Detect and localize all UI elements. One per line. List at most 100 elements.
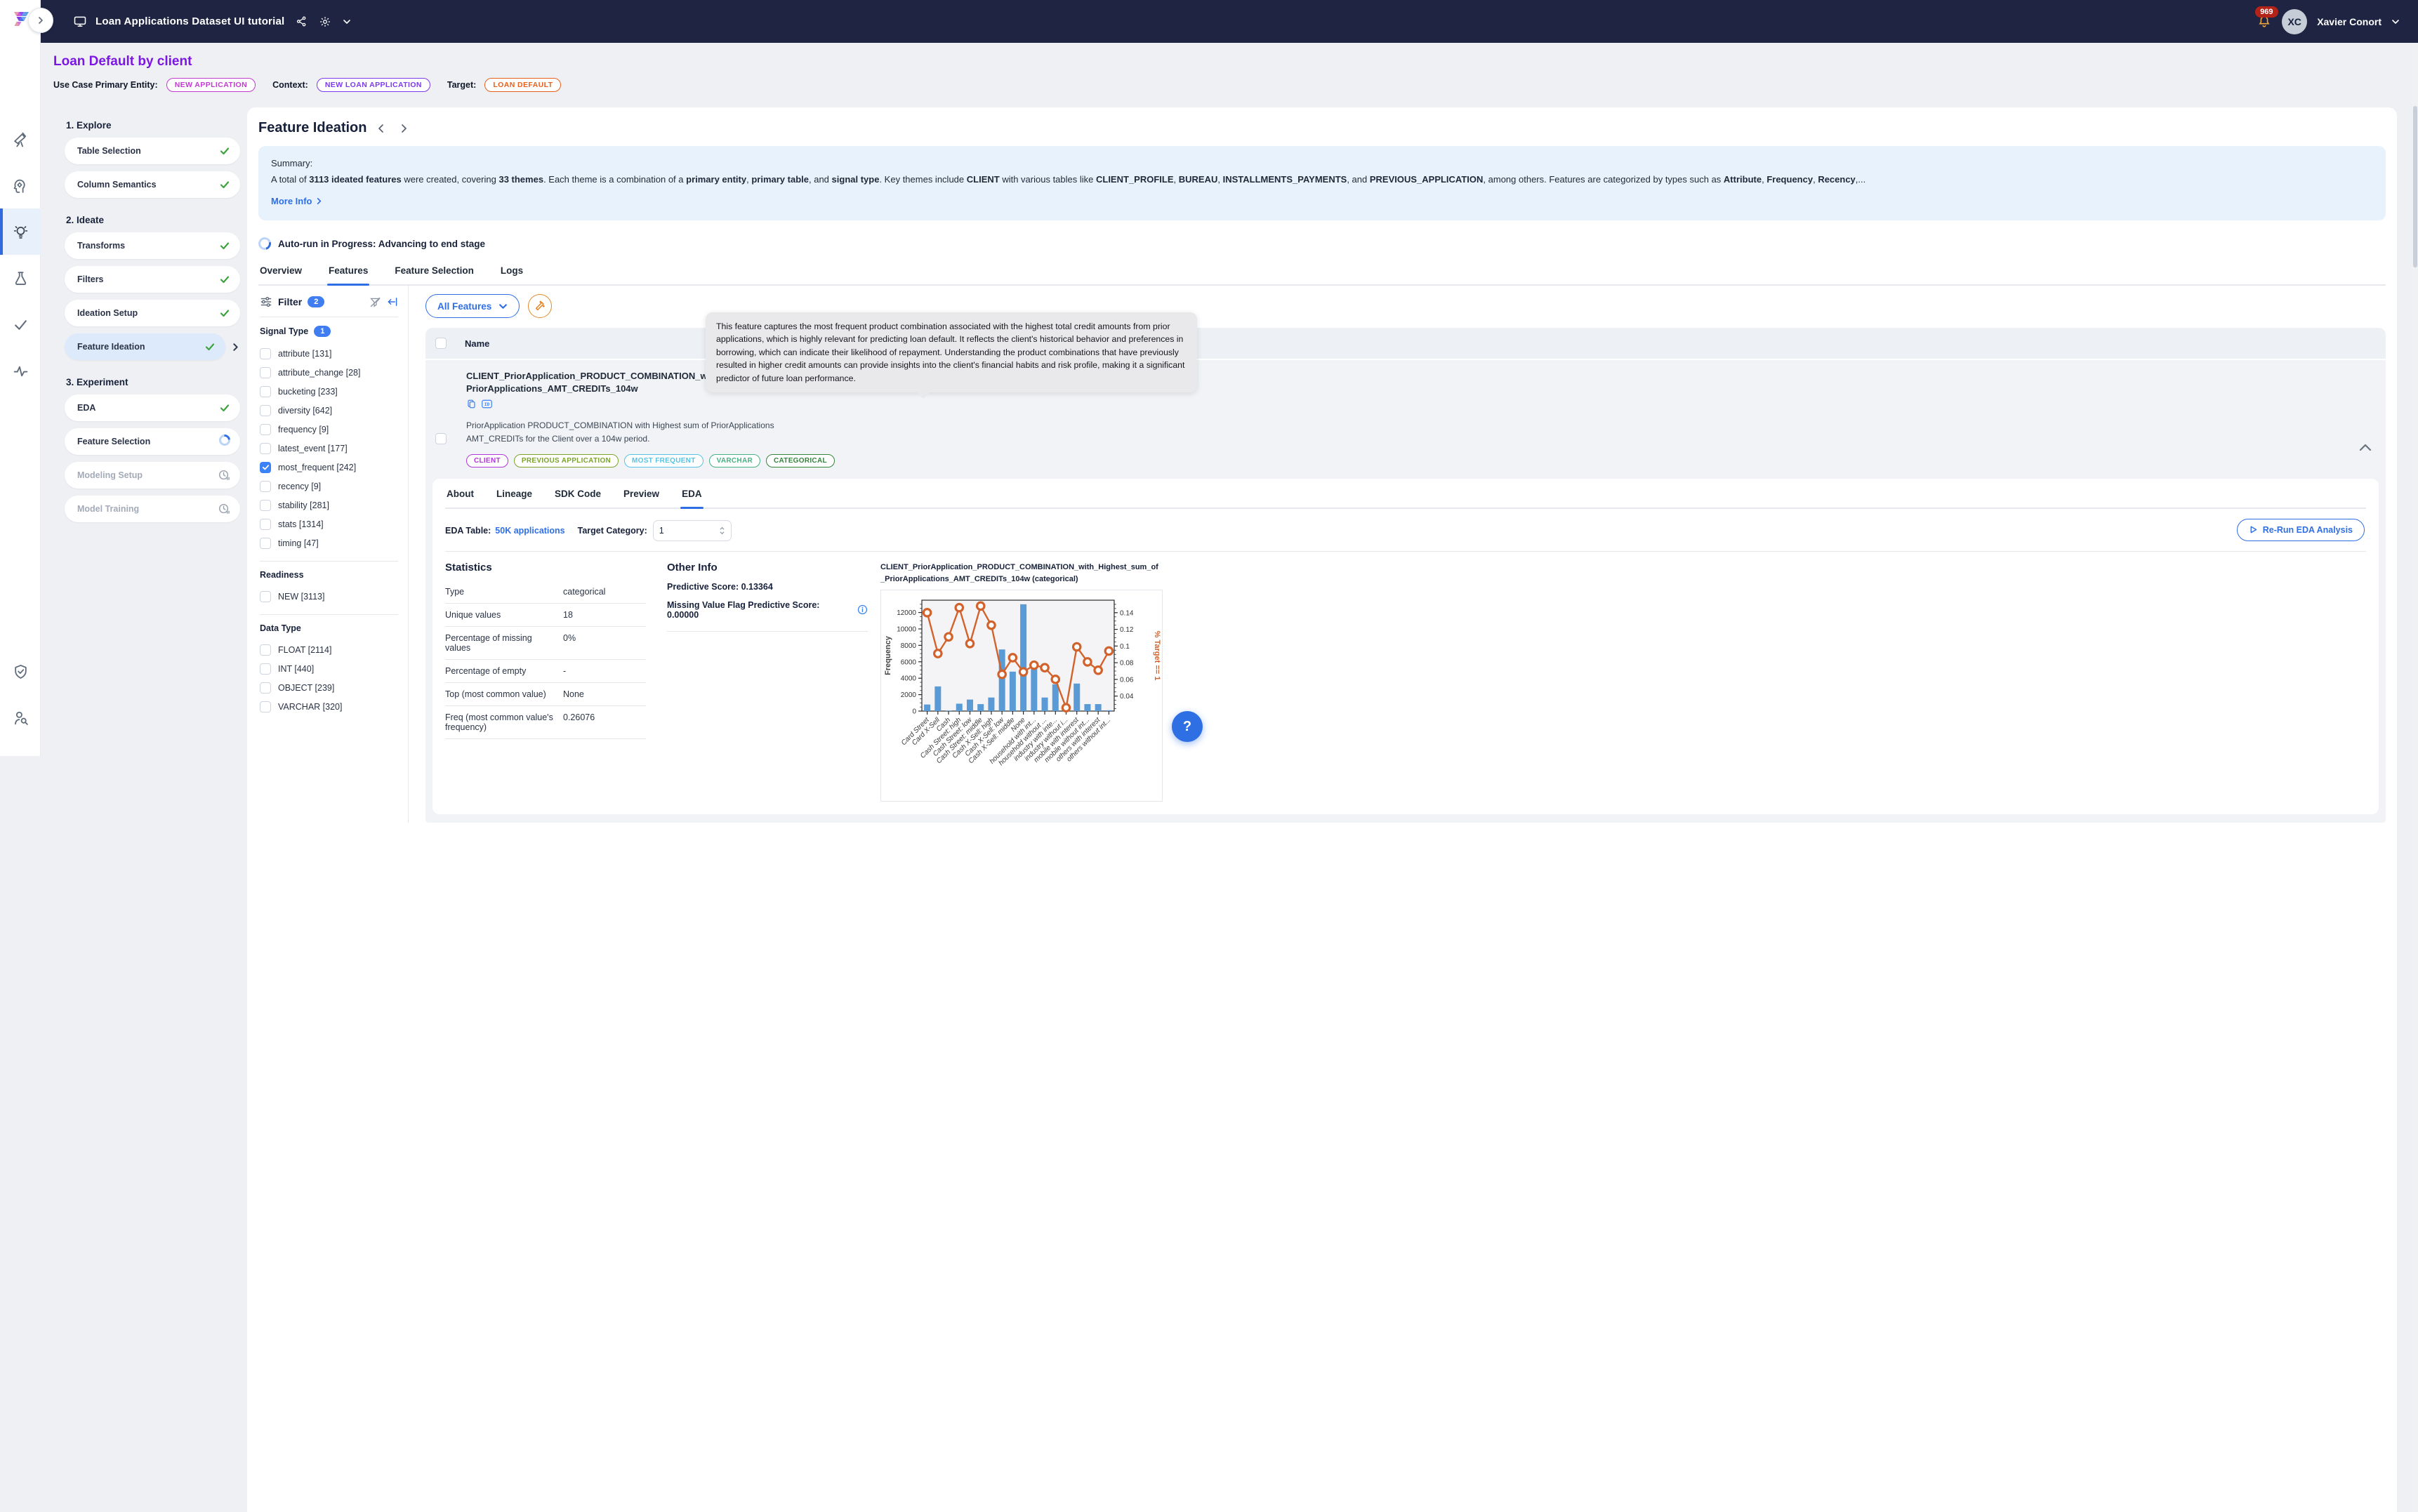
filter-option-diversity[interactable]: diversity [642] xyxy=(260,401,398,420)
tab-feature-selection[interactable]: Feature Selection xyxy=(393,265,475,284)
notifications-bell-icon[interactable]: 969 xyxy=(2257,14,2272,29)
detail-tab-eda[interactable]: EDA xyxy=(680,489,703,508)
checkbox-object[interactable] xyxy=(260,682,271,694)
help-fab-button[interactable]: ? xyxy=(1172,711,1203,742)
filter-option-object[interactable]: OBJECT [239] xyxy=(260,678,398,697)
workspace-dropdown-chevron-icon[interactable] xyxy=(343,18,351,26)
approval-check-icon xyxy=(13,317,29,333)
sidebar-item-feature-ideation[interactable]: Feature Ideation xyxy=(65,333,225,360)
rail-item-governance-shield-icon[interactable] xyxy=(0,648,41,694)
checkbox-diversity[interactable] xyxy=(260,405,271,416)
tab-overview[interactable]: Overview xyxy=(258,265,303,284)
filter-option-new[interactable]: NEW [3113] xyxy=(260,587,398,606)
filter-option-attribute_change[interactable]: attribute_change [28] xyxy=(260,363,398,382)
step-label-filters: Filters xyxy=(77,274,219,284)
sidebar-item-filters[interactable]: Filters xyxy=(65,266,240,293)
next-step-chevron-icon[interactable] xyxy=(396,121,411,136)
checkbox-attribute[interactable] xyxy=(260,348,271,359)
target-category-label: Target Category: xyxy=(578,526,647,536)
filter-option-varchar[interactable]: VARCHAR [320] xyxy=(260,697,398,716)
filter-option-stability[interactable]: stability [281] xyxy=(260,496,398,515)
user-name[interactable]: Xavier Conort xyxy=(2317,16,2381,27)
eda-table-link[interactable]: 50K applications xyxy=(495,526,564,536)
checkbox-float[interactable] xyxy=(260,644,271,656)
user-avatar[interactable]: XC xyxy=(2282,9,2307,34)
target-category-select[interactable]: 1 xyxy=(653,520,732,541)
detail-tab-about[interactable]: About xyxy=(445,489,475,508)
checkbox-timing[interactable] xyxy=(260,538,271,549)
filter-option-most_frequent[interactable]: most_frequent [242] xyxy=(260,458,398,477)
rerun-eda-button[interactable]: Re-Run EDA Analysis xyxy=(2237,519,2365,541)
eda-chart-figure: 0200040006000800010000120000.040.060.080… xyxy=(880,590,1163,802)
sidebar-item-model-training[interactable]: Model Training xyxy=(65,496,240,522)
tab-features[interactable]: Features xyxy=(327,265,369,284)
notification-count-badge: 969 xyxy=(2255,6,2278,18)
sidebar-item-feature-selection[interactable]: Feature Selection xyxy=(65,428,240,455)
meta-pill-1[interactable]: NEW LOAN APPLICATION xyxy=(317,78,430,92)
checkbox-latest_event[interactable] xyxy=(260,443,271,454)
checkbox-int[interactable] xyxy=(260,663,271,675)
filter-option-stats[interactable]: stats [1314] xyxy=(260,515,398,533)
feature-id-icon[interactable]: ID xyxy=(481,399,493,409)
checkbox-stats[interactable] xyxy=(260,519,271,530)
rail-item-user-search-icon[interactable] xyxy=(0,694,41,741)
rail-item-approval-check-icon[interactable] xyxy=(0,301,41,347)
collapse-filter-panel-icon[interactable] xyxy=(387,296,398,307)
checkbox-attribute_change[interactable] xyxy=(260,367,271,378)
user-menu-chevron-icon[interactable] xyxy=(2391,18,2400,26)
feature-scope-dropdown[interactable]: All Features xyxy=(425,294,520,318)
meta-pill-2[interactable]: LOAN DEFAULT xyxy=(484,78,561,92)
feature-row[interactable]: CLIENT_PriorApplication_PRODUCT_COMBINAT… xyxy=(425,360,2386,822)
rail-item-discover-telescope-icon[interactable] xyxy=(0,116,41,162)
checkbox-varchar[interactable] xyxy=(260,701,271,712)
detail-tab-preview[interactable]: Preview xyxy=(622,489,661,508)
checkbox-recency[interactable] xyxy=(260,481,271,492)
filter-option-timing[interactable]: timing [47] xyxy=(260,533,398,552)
filter-option-float[interactable]: FLOAT [2114] xyxy=(260,640,398,659)
other-info-section: Other Info Predictive Score: 0.13364Miss… xyxy=(667,562,868,802)
gear-icon[interactable] xyxy=(319,15,331,28)
sidebar-item-eda[interactable]: EDA xyxy=(65,394,240,421)
rail-item-semantics-head-icon[interactable] xyxy=(0,162,41,208)
detail-tab-lineage[interactable]: Lineage xyxy=(495,489,534,508)
tab-logs[interactable]: Logs xyxy=(499,265,524,284)
page-scrollbar[interactable] xyxy=(2412,43,2418,1512)
semantics-head-icon xyxy=(13,178,29,194)
collapse-row-chevron-icon[interactable] xyxy=(2359,443,2372,451)
checkbox-new[interactable] xyxy=(260,591,271,602)
filter-option-recency[interactable]: recency [9] xyxy=(260,477,398,496)
sidebar-item-column-semantics[interactable]: Column Semantics xyxy=(65,171,240,198)
filter-option-int[interactable]: INT [440] xyxy=(260,659,398,678)
sidebar-item-transforms[interactable]: Transforms xyxy=(65,232,240,259)
share-icon[interactable] xyxy=(296,15,308,27)
magic-wand-button[interactable] xyxy=(528,294,552,318)
detail-tab-sdk-code[interactable]: SDK Code xyxy=(553,489,602,508)
checkbox-frequency[interactable] xyxy=(260,424,271,435)
rail-item-monitor-pulse-icon[interactable] xyxy=(0,347,41,394)
checkbox-bucketing[interactable] xyxy=(260,386,271,397)
step-label-column-semantics: Column Semantics xyxy=(77,180,219,190)
copy-name-icon[interactable] xyxy=(466,399,477,409)
checkbox-stability[interactable] xyxy=(260,500,271,511)
sidebar-expand-button[interactable] xyxy=(28,8,53,33)
summary-text: A total of 3113 ideated features were cr… xyxy=(271,172,2373,188)
filter-option-bucketing[interactable]: bucketing [233] xyxy=(260,382,398,401)
info-icon[interactable] xyxy=(857,604,868,615)
prev-step-chevron-icon[interactable] xyxy=(374,121,389,136)
select-all-checkbox[interactable] xyxy=(435,338,447,349)
filter-option-frequency[interactable]: frequency [9] xyxy=(260,420,398,439)
checkbox-most_frequent[interactable] xyxy=(260,462,271,473)
filter-option-latest_event[interactable]: latest_event [177] xyxy=(260,439,398,458)
more-info-link[interactable]: More Info xyxy=(271,194,323,210)
active-step-chevron-icon[interactable] xyxy=(231,343,240,352)
rail-item-experiment-flask-icon[interactable] xyxy=(0,255,41,301)
sidebar-item-ideation-setup[interactable]: Ideation Setup xyxy=(65,300,240,326)
filter-option-attribute[interactable]: attribute [131] xyxy=(260,344,398,363)
rail-item-ideate-lightbulb-icon[interactable] xyxy=(0,208,41,255)
stat-label: Unique values xyxy=(445,610,563,620)
sidebar-item-table-selection[interactable]: Table Selection xyxy=(65,138,240,164)
clear-filters-icon[interactable] xyxy=(369,296,381,308)
feature-row-checkbox[interactable] xyxy=(435,433,447,444)
meta-pill-0[interactable]: NEW APPLICATION xyxy=(166,78,256,92)
sidebar-item-modeling-setup[interactable]: Modeling Setup xyxy=(65,462,240,489)
